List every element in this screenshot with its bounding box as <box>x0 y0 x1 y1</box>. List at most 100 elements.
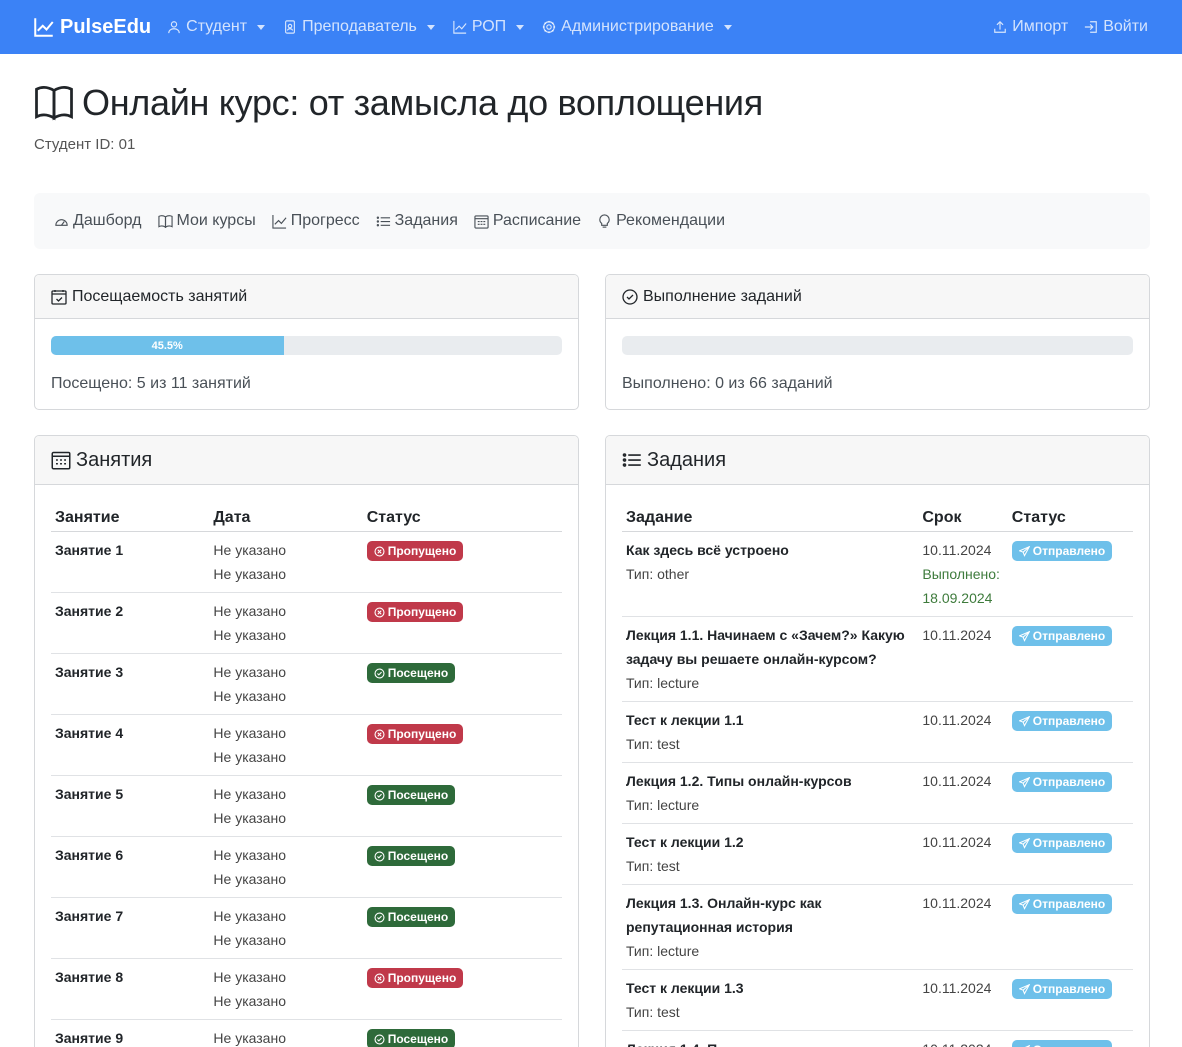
task-type: Тип: test <box>626 736 680 752</box>
task-row[interactable]: Лекция 1.3. Онлайн-курс как репутационна… <box>622 884 1133 970</box>
task-name[interactable]: Лекция 1.2. Типы онлайн-курсов <box>626 769 914 793</box>
task-row[interactable]: Тест к лекции 1.2 Тип: test 10.11.2024 Отпр… <box>622 823 1133 885</box>
lesson-name: Занятие 9 <box>51 1019 210 1047</box>
check-circle-icon <box>374 667 385 679</box>
status-badge: Отправлено <box>1011 772 1113 792</box>
lesson-dates: Не указано Не указано <box>209 531 363 593</box>
lesson-date-end: Не указано <box>213 749 286 765</box>
status-badge: Отправлено <box>1011 711 1113 731</box>
graph-icon <box>453 20 467 34</box>
status-badge-label: Посещено <box>387 1032 449 1046</box>
speedometer-icon <box>55 218 68 226</box>
tab-dashboard[interactable]: Дашборд <box>54 212 142 230</box>
task-name[interactable]: Тест к лекции 1.2 <box>626 830 914 854</box>
status-badge-label: Пропущено <box>387 605 457 619</box>
lesson-row: Занятие 4 Не указано Не указано Пропущено <box>51 714 562 776</box>
task-name[interactable]: Тест к лекции 1.3 <box>626 976 914 1000</box>
status-badge-label: Отправлено <box>1033 1042 1105 1047</box>
section-tabs: Дашборд Мои курсы Прогресс Задания Распи… <box>34 193 1150 249</box>
task-due-cell: 10.11.2024 <box>918 969 1008 1031</box>
import-link[interactable]: Импорт <box>993 18 1068 36</box>
nav-teacher-label: Преподаватель <box>302 18 417 35</box>
task-row[interactable]: Как здесь всё устроено Тип: other 10.11.20… <box>622 531 1133 617</box>
tab-progress[interactable]: Прогресс <box>272 212 360 230</box>
status-badge: Отправлено <box>1011 894 1113 914</box>
caret-down-icon <box>426 24 435 30</box>
send-icon <box>1018 983 1030 995</box>
task-due: 10.11.2024 <box>922 627 992 643</box>
student-id: Студент ID: 01 <box>34 136 136 153</box>
status-badge: Пропущено <box>366 602 464 622</box>
task-status-cell: Отправлено <box>1007 616 1133 702</box>
tasks-header-row: Задание Срок Статус <box>622 497 1133 532</box>
task-due: 10.11.2024 <box>922 773 992 789</box>
task-row[interactable]: Лекция 1.1. Начинаем с «Зачем?» Какую за… <box>622 616 1133 702</box>
status-badge-label: Отправлено <box>1032 714 1106 728</box>
tab-progress-label: Прогресс <box>290 212 360 229</box>
nav-rop-label: РОП <box>471 18 507 35</box>
task-type: Тип: test <box>626 1004 680 1020</box>
lessons-card-header: Занятия <box>35 436 578 485</box>
lesson-dates: Не указано Не указано <box>209 897 363 959</box>
lesson-date-start: Не указано <box>213 908 286 924</box>
nav-admin-dropdown[interactable]: Администрирование <box>542 18 732 36</box>
nav-student-dropdown[interactable]: Студент <box>167 18 266 36</box>
status-badge: Пропущено <box>366 541 464 561</box>
tab-assignments[interactable]: Задания <box>376 212 458 230</box>
task-row[interactable]: Тест к лекции 1.1 Тип: test 10.11.2024 Отпр… <box>622 701 1133 763</box>
lesson-row: Занятие 6 Не указано Не указано Посещено <box>51 836 562 898</box>
lesson-dates: Не указано Не указано <box>209 714 363 776</box>
tab-my-courses[interactable]: Мои курсы <box>157 212 256 230</box>
tab-my-courses-label: Мои курсы <box>176 212 256 229</box>
lesson-dates: Не указано Не указано <box>209 836 363 898</box>
task-status-cell: Отправлено <box>1007 884 1133 970</box>
check-circle-icon <box>374 850 385 862</box>
lesson-name: Занятие 2 <box>51 592 210 654</box>
user-icon <box>168 21 180 34</box>
assignments-progress-text: Выполнено: 0 из 66 заданий <box>622 375 833 392</box>
lesson-name: Занятие 3 <box>51 653 210 715</box>
lesson-date-start: Не указано <box>213 786 286 802</box>
task-due-cell: 10.11.2024 <box>918 616 1008 702</box>
task-name[interactable]: Лекция 1.3. Онлайн-курс как репутационна… <box>626 891 914 939</box>
task-status-cell: Отправлено <box>1007 701 1133 763</box>
lesson-name: Занятие 7 <box>51 897 210 959</box>
task-name[interactable]: Тест к лекции 1.1 <box>626 708 914 732</box>
nav-student-label: Студент <box>186 18 248 35</box>
task-cell: Лекция 1.2. Типы онлайн-курсов Тип: lectu… <box>622 762 919 824</box>
page-title: Онлайн курс: от замысла до воплощения <box>34 82 1150 124</box>
caret-down-icon <box>723 24 732 30</box>
task-due: 10.11.2024 <box>922 1037 1003 1047</box>
book-icon <box>35 86 73 121</box>
lesson-row: Занятие 5 Не указано Не указано Посещено <box>51 775 562 837</box>
lesson-row: Занятие 8 Не указано Не указано Пропущено <box>51 958 562 1020</box>
tab-schedule[interactable]: Расписание <box>474 212 581 230</box>
task-type: Тип: test <box>626 858 680 874</box>
nav-teacher-dropdown[interactable]: Преподаватель <box>283 18 435 36</box>
login-link[interactable]: Войти <box>1084 18 1148 36</box>
lesson-row: Занятие 2 Не указано Не указано Пропущено <box>51 592 562 654</box>
assignments-progress-header: Выполнение заданий <box>606 275 1149 319</box>
task-done-date: 18.09.2024 <box>922 590 993 606</box>
lesson-status-cell: Пропущено <box>362 592 562 654</box>
task-cell: Тест к лекции 1.3 Тип: test <box>622 969 919 1031</box>
status-badge-label: Пропущено <box>387 544 457 558</box>
send-icon <box>1018 898 1030 910</box>
assignments-progress-card: Выполнение заданий Выполнено: 0 из 66 за… <box>605 274 1150 410</box>
lessons-table: Занятие Дата Статус Занятие 1 Не указано Н… <box>51 497 562 1047</box>
task-name[interactable]: Лекция 1.1. Начинаем с «Зачем?» Какую за… <box>626 623 914 671</box>
status-badge: Посещено <box>366 907 456 927</box>
task-row[interactable]: Лекция 1.4. П 10.11.2024 Отправлено <box>622 1030 1133 1047</box>
lesson-status-cell: Посещено <box>362 653 562 715</box>
task-row[interactable]: Лекция 1.2. Типы онлайн-курсов Тип: lectu… <box>622 762 1133 824</box>
task-name[interactable]: Лекция 1.4. П <box>626 1037 914 1047</box>
lesson-date-end: Не указано <box>213 627 286 643</box>
brand-label: PulseEdu <box>60 15 152 38</box>
brand[interactable]: PulseEdu <box>34 16 151 39</box>
task-row[interactable]: Тест к лекции 1.3 Тип: test 10.11.2024 Отпр… <box>622 969 1133 1031</box>
tab-recommendations[interactable]: Рекомендации <box>597 212 725 230</box>
nav-rop-dropdown[interactable]: РОП <box>453 18 525 36</box>
task-name[interactable]: Как здесь всё устроено <box>626 538 914 562</box>
lesson-status-cell: Посещено <box>362 836 562 898</box>
task-due: 10.11.2024 <box>922 712 992 728</box>
